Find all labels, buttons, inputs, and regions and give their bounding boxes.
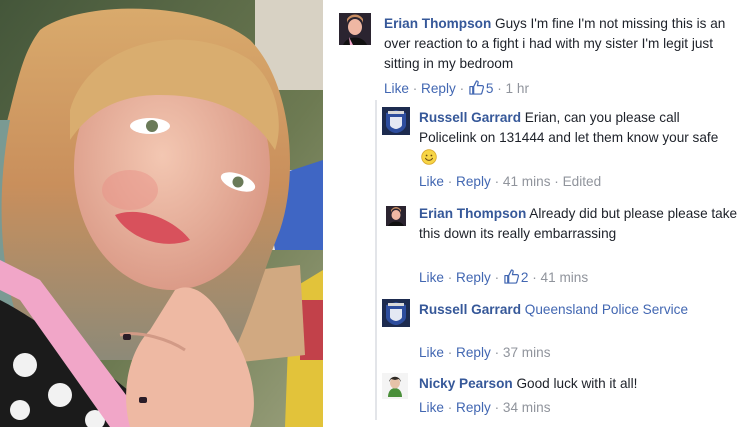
like-link[interactable]: Like <box>419 345 444 360</box>
reply-time[interactable]: 37 mins <box>503 345 551 360</box>
reply-actions: Like · Reply · 41 mins · Edited <box>419 174 602 189</box>
comment-actions: Like · Reply · 5 · 1 hr <box>384 80 529 96</box>
reply-body: Russell Garrard Erian, can you please ca… <box>419 108 729 168</box>
comment-time[interactable]: 1 hr <box>506 81 529 96</box>
avatar-nicky-pearson[interactable] <box>382 373 408 399</box>
reply-author[interactable]: Nicky Pearson <box>419 376 513 391</box>
reply-text: Good luck with it all! <box>516 376 638 391</box>
avatar-russell-garrard[interactable] <box>382 299 410 327</box>
like-link[interactable]: Like <box>419 400 444 415</box>
comment-main: Erian Thompson Guys I'm fine I'm not mis… <box>330 0 748 100</box>
avatar-russell-garrard[interactable] <box>382 107 410 135</box>
comment-body: Erian Thompson Guys I'm fine I'm not mis… <box>384 14 746 74</box>
edited-label[interactable]: Edited <box>563 174 602 189</box>
reply-body: Russell Garrard Queensland Police Servic… <box>419 300 699 320</box>
avatar-erian-thompson[interactable] <box>339 13 371 45</box>
profile-photo <box>0 0 323 427</box>
reply-time[interactable]: 41 mins <box>503 174 551 189</box>
reply-link[interactable]: Reply <box>456 400 491 415</box>
smiling-face-icon <box>421 149 437 165</box>
reply-body: Nicky Pearson Good luck with it all! <box>419 374 739 394</box>
reply-author[interactable]: Erian Thompson <box>419 206 526 221</box>
reply-item: Erian Thompson Already did but please pl… <box>330 198 748 290</box>
thumbs-up-icon[interactable] <box>504 269 519 284</box>
reply-time[interactable]: 34 mins <box>503 400 551 415</box>
reply-actions: Like · Reply · 37 mins <box>419 345 551 360</box>
reply-item: Russell Garrard Queensland Police Servic… <box>330 294 748 364</box>
reply-link[interactable]: Reply <box>421 81 456 96</box>
page-mention-link[interactable]: Queensland Police Service <box>525 302 688 317</box>
reply-item: Russell Garrard Erian, can you please ca… <box>330 102 748 194</box>
reply-time[interactable]: 41 mins <box>541 270 589 285</box>
reply-actions: Like · Reply · 2 · 41 mins <box>419 269 589 285</box>
reply-item: Nicky Pearson Good luck with it all! Lik… <box>330 368 748 424</box>
reply-link[interactable]: Reply <box>456 345 491 360</box>
reply-author[interactable]: Russell Garrard <box>419 110 521 125</box>
reply-link[interactable]: Reply <box>456 270 491 285</box>
comment-author[interactable]: Erian Thompson <box>384 16 491 31</box>
reply-link[interactable]: Reply <box>456 174 491 189</box>
reply-body: Erian Thompson Already did but please pl… <box>419 204 739 244</box>
reply-author[interactable]: Russell Garrard <box>419 302 521 317</box>
comment-thread: Erian Thompson Guys I'm fine I'm not mis… <box>330 0 748 427</box>
like-link[interactable]: Like <box>419 270 444 285</box>
like-link[interactable]: Like <box>384 81 409 96</box>
like-link[interactable]: Like <box>419 174 444 189</box>
thumbs-up-icon[interactable] <box>469 80 484 95</box>
avatar-erian-thompson[interactable] <box>386 206 406 226</box>
reply-actions: Like · Reply · 34 mins <box>419 400 551 415</box>
